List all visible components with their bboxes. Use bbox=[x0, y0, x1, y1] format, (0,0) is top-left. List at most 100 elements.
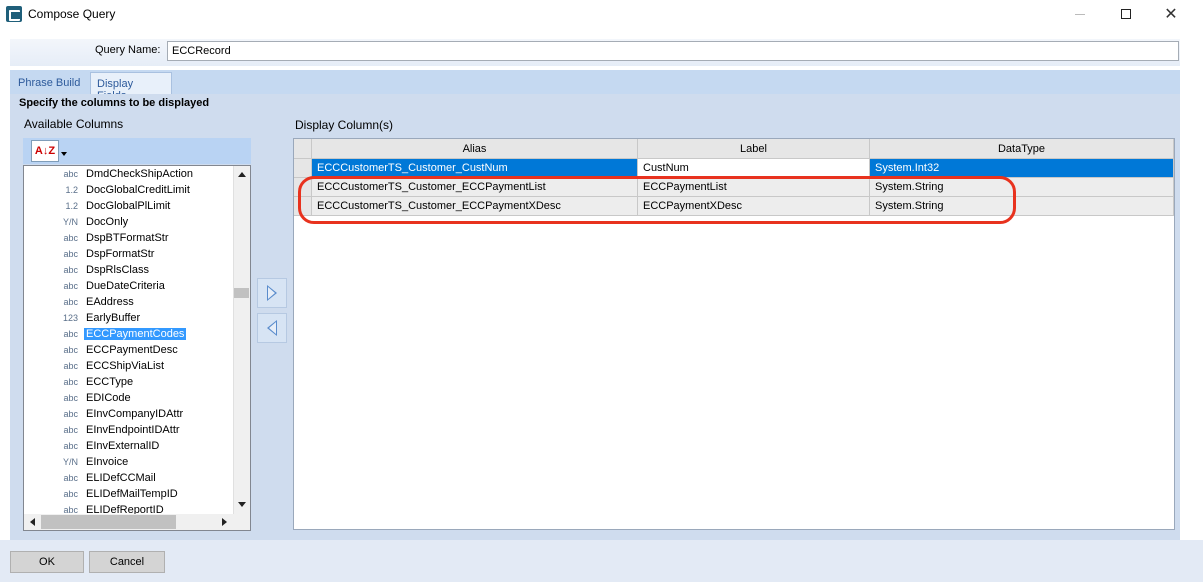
triangle-left-icon bbox=[30, 518, 35, 526]
row-header[interactable] bbox=[294, 159, 312, 178]
ok-button[interactable]: OK bbox=[10, 551, 84, 573]
horizontal-scroll-thumb[interactable] bbox=[41, 515, 176, 529]
list-item[interactable]: abc ECCPaymentDesc bbox=[24, 343, 234, 359]
list-item[interactable]: 1.2 DocGlobalPlLimit bbox=[24, 199, 234, 215]
column-name: EarlyBuffer bbox=[86, 312, 141, 324]
chevron-down-icon[interactable] bbox=[61, 152, 67, 156]
list-item[interactable]: abc DspFormatStr bbox=[24, 247, 234, 263]
minimize-button[interactable] bbox=[1057, 0, 1103, 28]
arrow-right-icon bbox=[267, 285, 277, 301]
header-datatype[interactable]: DataType bbox=[870, 139, 1174, 159]
list-item[interactable]: 1.2 DocGlobalCreditLimit bbox=[24, 183, 234, 199]
type-icon: abc bbox=[63, 489, 78, 499]
column-name: ECCShipViaList bbox=[86, 360, 165, 372]
list-item[interactable]: abc ELIDefCCMail bbox=[24, 471, 234, 487]
list-item[interactable]: abc ELIDefMailTempID bbox=[24, 487, 234, 503]
add-column-button[interactable] bbox=[257, 278, 287, 308]
type-icon: 1.2 bbox=[65, 185, 78, 195]
column-name: DocOnly bbox=[86, 216, 129, 228]
app-icon bbox=[6, 6, 22, 22]
table-row[interactable]: ECCCustomerTS_Customer_ECCPaymentList EC… bbox=[294, 178, 1174, 197]
list-item-selected[interactable]: abc ECCPaymentCodes bbox=[24, 327, 234, 343]
window-title: Compose Query bbox=[28, 7, 116, 21]
type-icon: abc bbox=[63, 249, 78, 259]
minimize-icon bbox=[1075, 13, 1085, 15]
column-name: DspRlsClass bbox=[86, 264, 149, 276]
column-name: EDICode bbox=[86, 392, 131, 404]
row-header[interactable] bbox=[294, 197, 312, 216]
list-item[interactable]: abc EDICode bbox=[24, 391, 234, 407]
vertical-scroll-thumb[interactable] bbox=[234, 288, 249, 298]
triangle-down-icon bbox=[237, 502, 246, 507]
type-icon: abc bbox=[63, 393, 78, 403]
header-label[interactable]: Label bbox=[638, 139, 870, 159]
type-icon: abc bbox=[63, 265, 78, 275]
header-alias[interactable]: Alias bbox=[312, 139, 638, 159]
column-name: ECCType bbox=[86, 376, 134, 388]
list-item[interactable]: abc EAddress bbox=[24, 295, 234, 311]
cell-datatype[interactable]: System.Int32 bbox=[870, 159, 1174, 178]
list-item[interactable]: 123 EarlyBuffer bbox=[24, 311, 234, 327]
cell-datatype[interactable]: System.String bbox=[870, 178, 1174, 197]
scroll-left-button[interactable] bbox=[24, 514, 41, 530]
table-row[interactable]: ECCCustomerTS_Customer_ECCPaymentXDesc E… bbox=[294, 197, 1174, 216]
cell-alias[interactable]: ECCCustomerTS_Customer_ECCPaymentList bbox=[312, 178, 638, 197]
available-columns-list[interactable]: abc DmdCheckShipAction 1.2 DocGlobalCredit… bbox=[23, 165, 251, 531]
triangle-up-icon bbox=[237, 172, 246, 177]
cell-label[interactable]: ECCPaymentList bbox=[638, 178, 870, 197]
dialog-footer bbox=[0, 540, 1203, 582]
cell-datatype[interactable]: System.String bbox=[870, 197, 1174, 216]
list-item[interactable]: abc ECCType bbox=[24, 375, 234, 391]
instructions-text: Specify the columns to be displayed bbox=[19, 97, 210, 109]
tab-phrase-build[interactable]: Phrase Build bbox=[12, 72, 87, 94]
scroll-corner bbox=[233, 514, 250, 530]
type-icon: abc bbox=[63, 281, 78, 291]
remove-column-button[interactable] bbox=[257, 313, 287, 343]
title-bar bbox=[0, 0, 1203, 28]
type-icon: abc bbox=[63, 169, 78, 179]
tab-display-fields[interactable]: Display Fields bbox=[90, 72, 172, 102]
type-icon: abc bbox=[63, 345, 78, 355]
cell-alias[interactable]: ECCCustomerTS_Customer_CustNum bbox=[312, 159, 638, 178]
list-item[interactable]: abc EInvEndpointIDAttr bbox=[24, 423, 234, 439]
scroll-up-button[interactable] bbox=[233, 166, 250, 183]
column-name: ECCPaymentDesc bbox=[86, 344, 178, 356]
close-button[interactable]: ✕ bbox=[1148, 0, 1194, 28]
type-icon: abc bbox=[63, 361, 78, 371]
cell-label[interactable]: ECCPaymentXDesc bbox=[638, 197, 870, 216]
list-item[interactable]: abc DspBTFormatStr bbox=[24, 231, 234, 247]
list-item[interactable]: Y/N DocOnly bbox=[24, 215, 234, 231]
query-name-label: Query Name: bbox=[95, 44, 161, 56]
table-row-selected[interactable]: ECCCustomerTS_Customer_CustNum CustNum S… bbox=[294, 159, 1174, 178]
triangle-right-icon bbox=[222, 518, 227, 526]
type-icon: Y/N bbox=[62, 457, 78, 467]
row-header[interactable] bbox=[294, 178, 312, 197]
list-item[interactable]: abc ECCShipViaList bbox=[24, 359, 234, 375]
column-name: DueDateCriteria bbox=[86, 280, 165, 292]
type-icon: abc bbox=[63, 425, 78, 435]
cell-label[interactable]: CustNum bbox=[638, 159, 870, 178]
list-item[interactable]: abc EInvExternalID bbox=[24, 439, 234, 455]
column-name: EInvExternalID bbox=[86, 440, 160, 452]
maximize-icon bbox=[1121, 9, 1131, 19]
list-item[interactable]: Y/N EInvoice bbox=[24, 455, 234, 471]
maximize-button[interactable] bbox=[1103, 0, 1149, 28]
cancel-button[interactable]: Cancel bbox=[89, 551, 165, 573]
available-columns-label: Available Columns bbox=[24, 117, 124, 131]
type-icon: abc bbox=[63, 377, 78, 387]
cell-alias[interactable]: ECCCustomerTS_Customer_ECCPaymentXDesc bbox=[312, 197, 638, 216]
column-name: ELIDefMailTempID bbox=[86, 488, 178, 500]
scroll-right-button[interactable] bbox=[216, 514, 233, 530]
scroll-down-button[interactable] bbox=[233, 496, 250, 513]
column-name: EAddress bbox=[86, 296, 134, 308]
type-icon: abc bbox=[63, 409, 78, 419]
type-icon: abc bbox=[63, 473, 78, 483]
sort-az-icon[interactable]: A↓Z bbox=[31, 140, 59, 162]
list-item[interactable]: abc DmdCheckShipAction bbox=[24, 167, 234, 183]
list-item[interactable]: abc DspRlsClass bbox=[24, 263, 234, 279]
vertical-scrollbar[interactable] bbox=[233, 166, 250, 514]
list-item[interactable]: abc EInvCompanyIDAttr bbox=[24, 407, 234, 423]
column-name: DmdCheckShipAction bbox=[86, 168, 193, 180]
query-name-input[interactable]: ECCRecord bbox=[167, 41, 1179, 61]
list-item[interactable]: abc DueDateCriteria bbox=[24, 279, 234, 295]
